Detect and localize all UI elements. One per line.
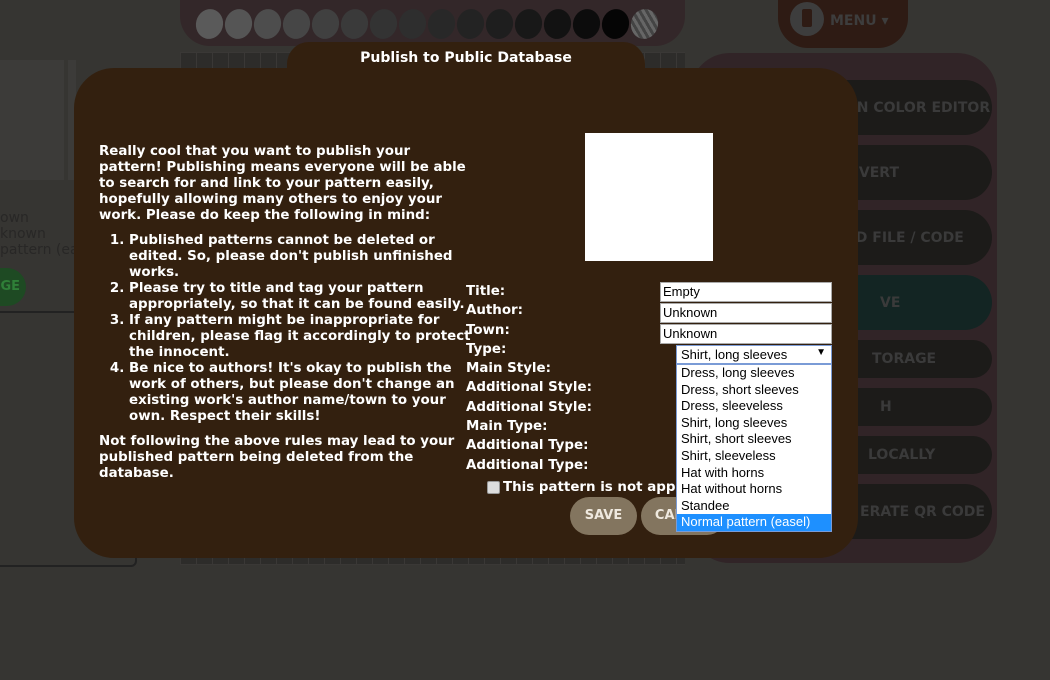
dialog-title: Publish to Public Database [360,50,572,66]
author-input[interactable]: Unknown [660,303,832,323]
type-select[interactable]: Shirt, long sleeves ▼ [676,345,832,364]
transparent-swatch[interactable] [627,6,662,42]
type-option[interactable]: Shirt, sleeveless [677,448,831,465]
type-option[interactable]: Dress, sleeveless [677,398,831,415]
palette-color-swatch[interactable] [511,6,546,42]
button-label: ERATE QR CODE [860,503,985,520]
additional-style-label: Additional Style: [466,399,592,415]
type-option[interactable]: Shirt, short sleeves [677,431,831,448]
rule-item: Published patterns cannot be deleted or … [129,233,474,281]
rules-list: Published patterns cannot be deleted or … [99,233,474,425]
color-palette [180,0,685,46]
title-input[interactable]: Empty [660,282,832,302]
type-label: Type: [466,341,507,357]
rule-item: Be nice to authors! It's okay to publish… [129,361,474,425]
palette-color-swatch[interactable] [424,6,459,42]
rule-item: Please try to title and tag your pattern… [129,281,474,313]
main-style-label: Main Style: [466,361,551,377]
button-label: LOCALLY [868,447,936,463]
type-option[interactable]: Dress, short sleeves [677,382,831,399]
main-type-label: Main Type: [466,419,548,435]
phone-icon [790,2,824,36]
menu-label: MENU ▾ [830,13,889,29]
town-input[interactable]: Unknown [660,324,832,344]
title-label: Title: [466,284,506,299]
palette-color-swatch[interactable] [192,6,227,42]
palette-color-swatch[interactable] [308,6,343,42]
palette-color-swatch[interactable] [598,6,633,42]
save-button[interactable]: SAVE [570,497,637,535]
warning-text: Not following the above rules may lead t… [99,434,455,481]
menu-button[interactable]: MENU ▾ [778,0,908,48]
author-label: Author: [466,303,523,319]
background-button[interactable]: GE [0,268,26,306]
inappropriate-checkbox[interactable] [487,481,500,494]
pattern-thumbnail[interactable] [0,60,64,180]
palette-color-swatch[interactable] [569,6,604,42]
palette-color-swatch[interactable] [540,6,575,42]
type-option[interactable]: Hat with horns [677,465,831,482]
palette-color-swatch[interactable] [221,6,256,42]
rule-item: If any pattern might be inappropriate fo… [129,313,474,361]
type-option[interactable]: Shirt, long sleeves [677,415,831,432]
button-label: VE [880,294,901,311]
type-option[interactable]: Normal pattern (easel) [677,514,831,531]
palette-color-swatch[interactable] [337,6,372,42]
additional-type-label: Additional Type: [466,438,589,454]
type-option[interactable]: Dress, long sleeves [677,365,831,382]
palette-color-swatch[interactable] [482,6,517,42]
type-option[interactable]: Hat without horns [677,481,831,498]
type-selected-value: Shirt, long sleeves [681,347,788,362]
palette-color-swatch[interactable] [250,6,285,42]
form-labels: Title: Author: Town: Type: Main Style: A… [466,282,592,475]
pattern-preview [585,133,713,261]
intro-text: Really cool that you want to publish you… [99,144,466,223]
additional-type-label: Additional Type: [466,457,589,473]
palette-color-swatch[interactable] [279,6,314,42]
town-label: Town: [466,322,510,338]
palette-color-swatch[interactable] [395,6,430,42]
type-dropdown-list: Dress, long sleeves Dress, short sleeves D… [676,364,832,532]
additional-style-label: Additional Style: [466,380,592,396]
type-option[interactable]: Standee [677,498,831,515]
dropdown-arrow-icon: ▼ [816,347,826,358]
publish-instructions: Really cool that you want to publish you… [99,144,474,482]
button-label: TORAGE [872,351,937,367]
palette-color-swatch[interactable] [366,6,401,42]
palette-color-swatch[interactable] [453,6,488,42]
button-label: H [880,399,892,415]
